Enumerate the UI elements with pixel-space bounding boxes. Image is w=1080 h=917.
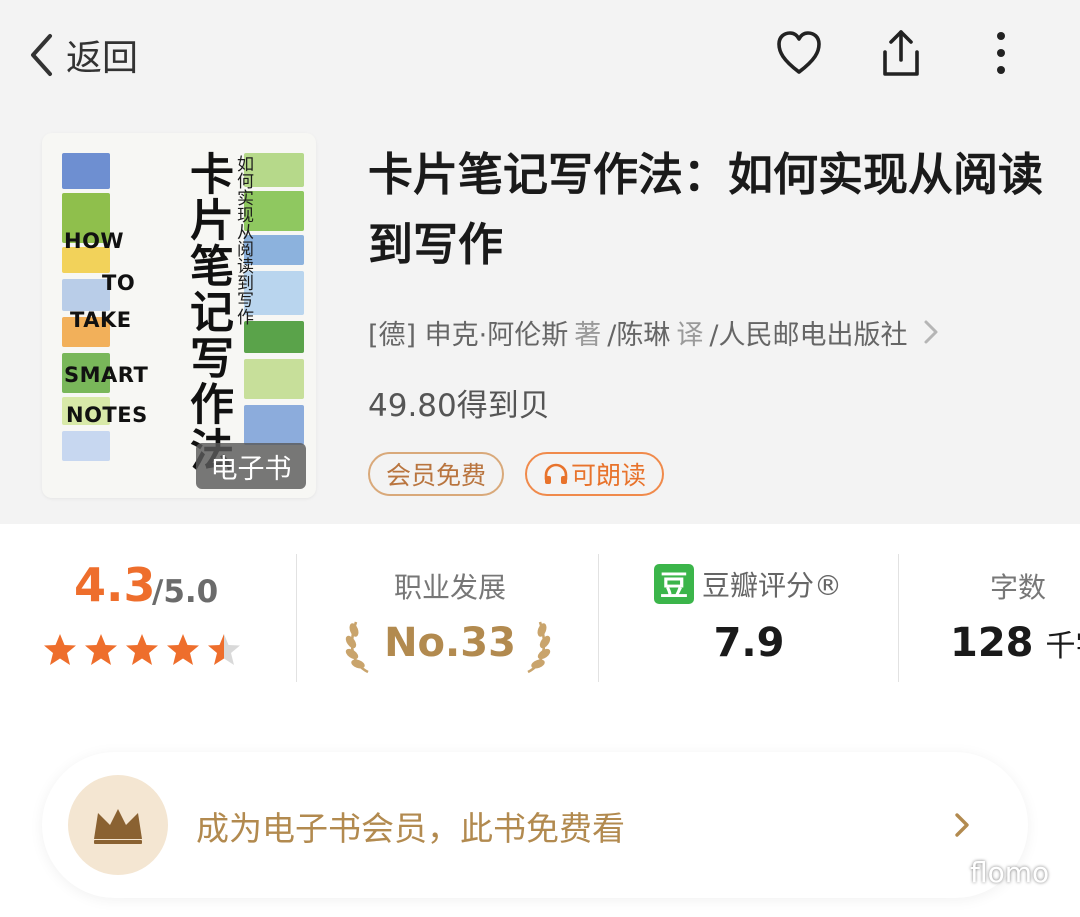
member-free-label: 会员免费: [386, 461, 487, 490]
rating-stat: 4.3 /5.0: [42, 548, 242, 688]
star-icon: [44, 634, 76, 665]
member-banner[interactable]: 成为电子书会员，此书免费看: [42, 752, 1028, 898]
translator-name: /陈琳: [607, 319, 671, 351]
rank-category: 职业发展: [393, 571, 506, 604]
more-vertical-icon: [997, 32, 1005, 74]
rating-out-of: /5.0: [152, 574, 219, 610]
douban-logo: 豆: [654, 564, 694, 604]
audio-label: 可朗读: [571, 461, 647, 490]
cover-en-line: SMART: [64, 363, 149, 387]
back-button[interactable]: 返回: [28, 30, 138, 80]
ebook-badge: 电子书: [196, 443, 306, 489]
watermark: flomo: [930, 856, 1049, 889]
share-icon: [883, 30, 919, 76]
headphones-icon: [544, 463, 568, 484]
cover-en-line: TAKE: [70, 308, 132, 332]
member-banner-text: 成为电子书会员，此书免费看: [196, 809, 625, 848]
chevron-left-icon: [31, 34, 52, 76]
word-count-unit: 千字: [1045, 629, 1080, 664]
audio-tag[interactable]: 可朗读: [525, 452, 665, 496]
back-label: 返回: [66, 38, 139, 79]
price: 49.80得到贝: [368, 388, 550, 424]
cover-en-line: HOW: [64, 229, 125, 253]
member-free-tag: 会员免费: [368, 452, 505, 496]
publisher-name: /人民邮电出版社: [709, 319, 908, 351]
star-icon: [208, 634, 240, 665]
author-role: 著: [574, 319, 602, 351]
more-button[interactable]: [976, 26, 1026, 82]
star-icon: [167, 634, 199, 665]
word-count-number: 128: [950, 620, 1034, 666]
douban-label: 豆瓣评分®: [702, 569, 843, 602]
top-bar: 返回: [0, 0, 1080, 110]
author-publisher-link[interactable]: [德] 申克·阿伦斯 著 /陈琳 译 /人民邮电出版社: [368, 310, 939, 354]
wechat-icon: [930, 859, 965, 886]
star-icon: [85, 634, 117, 665]
crown-badge: [68, 775, 168, 875]
translator-role: 译: [676, 319, 704, 351]
chevron-right-icon: [924, 320, 938, 344]
author-name: [德] 申克·阿伦斯: [368, 319, 569, 351]
laurel-right-icon: [527, 621, 551, 674]
book-title: 卡片笔记写作法：如何实现从阅读到写作: [368, 148, 1044, 271]
star-rating: [42, 632, 242, 668]
chevron-right-icon: [955, 813, 969, 837]
cover-subtitle: 如何实现从阅读到写作: [233, 155, 253, 325]
star-icon: [126, 634, 158, 665]
douban-score: 7.9: [713, 620, 785, 666]
cover-en-line: TO: [102, 271, 136, 295]
word-count-value: 128 千字: [950, 620, 1080, 666]
share-button[interactable]: [876, 26, 926, 82]
word-count-label: 字数: [990, 571, 1047, 604]
rating-score: 4.3: [74, 558, 156, 612]
cover-en-line: NOTES: [66, 403, 148, 427]
douban-label-row: 豆 豆瓣评分®: [654, 564, 842, 604]
crown-icon: [94, 809, 142, 844]
watermark-text: flomo: [970, 856, 1050, 889]
favorite-button[interactable]: [774, 26, 824, 82]
heart-icon: [777, 31, 821, 74]
cover-title: 卡片笔记写作法: [182, 151, 233, 473]
rank-value: No.33: [384, 620, 516, 666]
